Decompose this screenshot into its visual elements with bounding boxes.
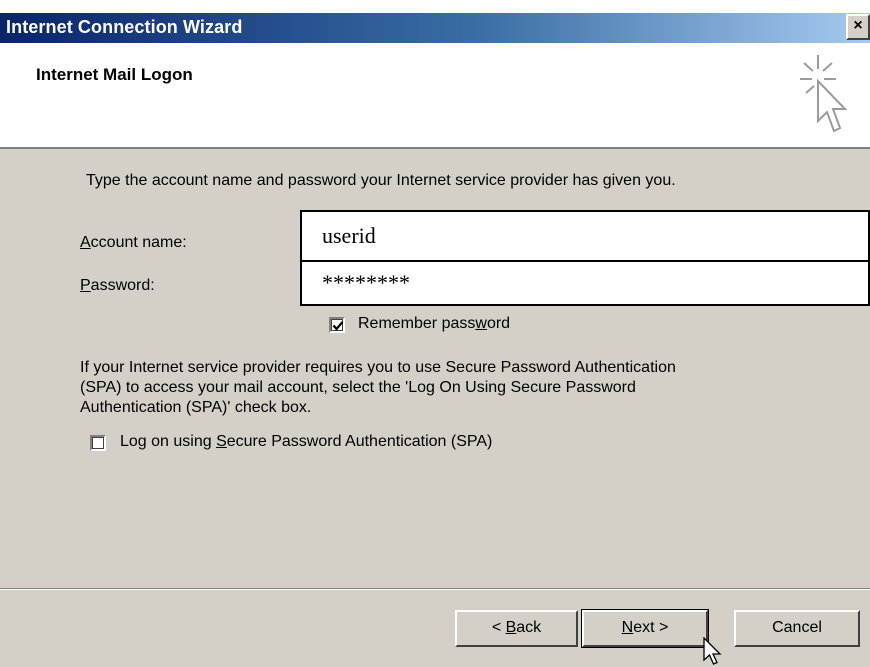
spa-checkbox[interactable]: [90, 435, 106, 451]
spa-info-line: If your Internet service provider requir…: [80, 359, 676, 376]
spa-checkbox-label[interactable]: Log on using Secure Password Authenticat…: [120, 433, 492, 451]
account-name-input[interactable]: userid: [300, 210, 870, 262]
back-label-accel[interactable]: B: [506, 619, 517, 636]
next-label-post[interactable]: ext >: [633, 619, 668, 636]
wizard-cursor-icon: [800, 55, 848, 133]
remember-password-checkbox[interactable]: [329, 317, 345, 333]
title-bar: Internet Connection Wizard ×: [0, 0, 870, 46]
spa-label-post[interactable]: ecure Password Authentication (SPA): [227, 433, 493, 450]
checkmark-icon: [332, 321, 344, 331]
close-button[interactable]: ×: [846, 14, 870, 40]
account-name-label: Account name:: [80, 234, 187, 252]
account-name-label-accel: A: [80, 234, 91, 251]
remember-password-text-post[interactable]: ord: [487, 315, 510, 332]
back-label-pre[interactable]: <: [492, 619, 506, 636]
window-title: Internet Connection Wizard: [6, 17, 243, 37]
footer-separator: [0, 588, 870, 590]
password-label: Password:: [80, 277, 155, 295]
remember-password-accel[interactable]: w: [475, 315, 487, 332]
back-button[interactable]: < Back: [455, 610, 578, 647]
remember-password-text-pre[interactable]: Remember pass: [358, 315, 475, 332]
instruction-text: Type the account name and password your …: [86, 172, 676, 189]
spa-label-accel[interactable]: S: [216, 433, 227, 450]
password-input[interactable]: ********: [300, 260, 870, 306]
remember-password-label[interactable]: Remember password: [358, 315, 510, 333]
spa-info-line: Authentication (SPA)' check box.: [80, 399, 312, 416]
next-label-accel[interactable]: N: [622, 619, 634, 636]
spa-info-text: If your Internet service provider requir…: [80, 358, 800, 418]
cancel-button[interactable]: Cancel: [734, 610, 860, 647]
password-label-text: assword:: [90, 277, 155, 294]
spa-info-line: (SPA) to access your mail account, selec…: [80, 379, 636, 396]
page-title: Internet Mail Logon: [36, 65, 193, 84]
spa-label-pre[interactable]: Log on using: [120, 433, 216, 450]
wizard-header: Internet Mail Logon: [0, 43, 870, 149]
mouse-pointer-icon: [703, 637, 722, 665]
close-icon[interactable]: ×: [853, 17, 862, 34]
next-button[interactable]: Next >: [581, 609, 709, 648]
password-label-accel: P: [80, 277, 91, 294]
back-label-post[interactable]: ack: [516, 619, 541, 636]
account-name-label-text: ccount name:: [90, 234, 187, 251]
